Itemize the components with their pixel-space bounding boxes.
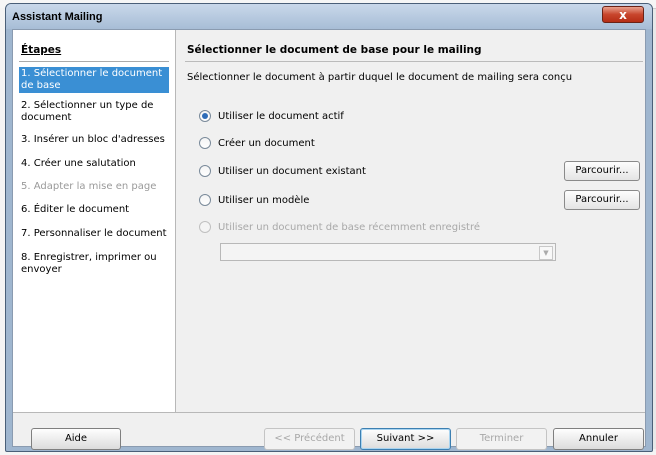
cancel-button[interactable]: Annuler [553, 428, 644, 450]
close-button[interactable]: x [602, 6, 644, 23]
step-item-3[interactable]: 3. Insérer un bloc d'adresses [19, 133, 169, 147]
finish-button: Terminer [456, 428, 547, 450]
option-new-document[interactable]: Créer un document [199, 137, 315, 149]
divider [185, 61, 643, 62]
window-title: Assistant Mailing [12, 11, 103, 23]
option-label: Utiliser le document actif [218, 110, 344, 122]
option-existing-document[interactable]: Utiliser un document existant [199, 165, 366, 177]
option-active-document[interactable]: Utiliser le document actif [199, 110, 344, 122]
divider [19, 61, 169, 62]
browse-template-button[interactable]: Parcourir... [564, 190, 640, 210]
mailing-wizard-dialog: Assistant Mailing x Étapes 1. Sélectionn… [5, 3, 653, 452]
title-bar[interactable]: Assistant Mailing x [6, 4, 652, 29]
previous-button: << Précédent [264, 428, 355, 450]
step-item-7[interactable]: 7. Personnaliser le document [19, 227, 169, 241]
steps-panel: Étapes 1. Sélectionner le document de ba… [13, 30, 176, 412]
steps-heading: Étapes [21, 44, 62, 56]
recent-documents-select: ▼ [220, 243, 556, 261]
browse-existing-button[interactable]: Parcourir... [564, 161, 640, 181]
step-item-2[interactable]: 2. Sélectionner un type de document [19, 99, 169, 125]
option-label: Utiliser un document de base récemment e… [218, 221, 481, 233]
option-label: Créer un document [218, 137, 315, 149]
step-item-1[interactable]: 1. Sélectionner le document de base [19, 67, 169, 93]
radio-button[interactable] [199, 165, 211, 177]
dialog-client-area: Étapes 1. Sélectionner le document de ba… [12, 29, 646, 450]
step-item-5: 5. Adapter la mise en page [21, 181, 157, 192]
close-icon: x [619, 8, 627, 22]
divider [13, 412, 645, 413]
next-button[interactable]: Suivant >> [360, 428, 451, 450]
radio-button [199, 221, 211, 233]
step-item-4[interactable]: 4. Créer une salutation [19, 157, 169, 171]
option-recent-document: Utiliser un document de base récemment e… [199, 221, 480, 233]
option-template[interactable]: Utiliser un modèle [199, 194, 309, 206]
radio-button[interactable] [199, 137, 211, 149]
step-item-8[interactable]: 8. Enregistrer, imprimer ou envoyer [19, 251, 169, 277]
help-button[interactable]: Aide [31, 428, 121, 450]
radio-button[interactable] [199, 110, 211, 122]
step-item-6[interactable]: 6. Éditer le document [19, 203, 169, 217]
page-description: Sélectionner le document à partir duquel… [187, 72, 573, 83]
chevron-down-icon: ▼ [539, 246, 553, 260]
option-label: Utiliser un modèle [218, 194, 310, 206]
page-title: Sélectionner le document de base pour le… [187, 44, 482, 56]
radio-button[interactable] [199, 194, 211, 206]
option-label: Utiliser un document existant [218, 165, 366, 177]
